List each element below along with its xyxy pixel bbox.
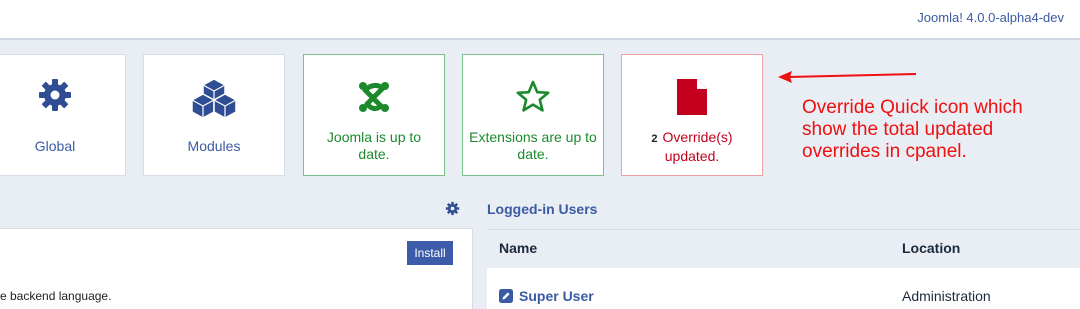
top-header: Joomla! 4.0.0-alpha4-dev — [0, 0, 1080, 40]
quickicon-modules[interactable]: Modules — [143, 54, 285, 176]
users-table-header: Name Location — [487, 229, 1080, 267]
override-count-badge: 2 — [651, 133, 658, 145]
quickicon-label: Global — [34, 138, 76, 154]
install-button[interactable]: Install — [407, 241, 453, 265]
cubes-icon — [144, 77, 284, 119]
quickicon-label: Modules — [187, 138, 241, 154]
quickicon-label: 2 Override(s) updated. — [628, 129, 756, 165]
edit-icon[interactable] — [499, 289, 513, 308]
joomla-logo-icon — [304, 79, 444, 119]
quickicon-extensions-update[interactable]: Extensions are up to date. — [462, 54, 604, 176]
annotation-text: Override Quick icon which show the total… — [802, 97, 1023, 162]
star-icon — [463, 79, 603, 119]
user-location: Administration — [902, 288, 991, 304]
gear-icon — [0, 77, 125, 117]
table-row: Super User Administration — [487, 268, 1080, 309]
module-settings-gear-icon[interactable] — [445, 201, 460, 221]
quickicon-joomla-update[interactable]: Joomla is up to date. — [303, 54, 445, 176]
override-label-text: Override(s) updated. — [662, 129, 733, 164]
column-header-location[interactable]: Location — [902, 240, 960, 256]
column-header-name[interactable]: Name — [499, 240, 537, 256]
language-panel-text: e backend language. — [0, 289, 112, 303]
quickicon-label: Extensions are up to date. — [469, 129, 597, 162]
version-link[interactable]: Joomla! 4.0.0-alpha4-dev — [917, 10, 1064, 25]
quickicon-global[interactable]: Global — [0, 54, 126, 176]
quickicon-overrides[interactable]: 2 Override(s) updated. — [621, 54, 763, 176]
quickicon-label: Joomla is up to date. — [326, 129, 422, 162]
user-name-link[interactable]: Super User — [519, 288, 594, 304]
annotation-arrow — [778, 71, 917, 83]
file-icon — [622, 77, 762, 117]
logged-in-users-title: Logged-in Users — [487, 201, 598, 217]
